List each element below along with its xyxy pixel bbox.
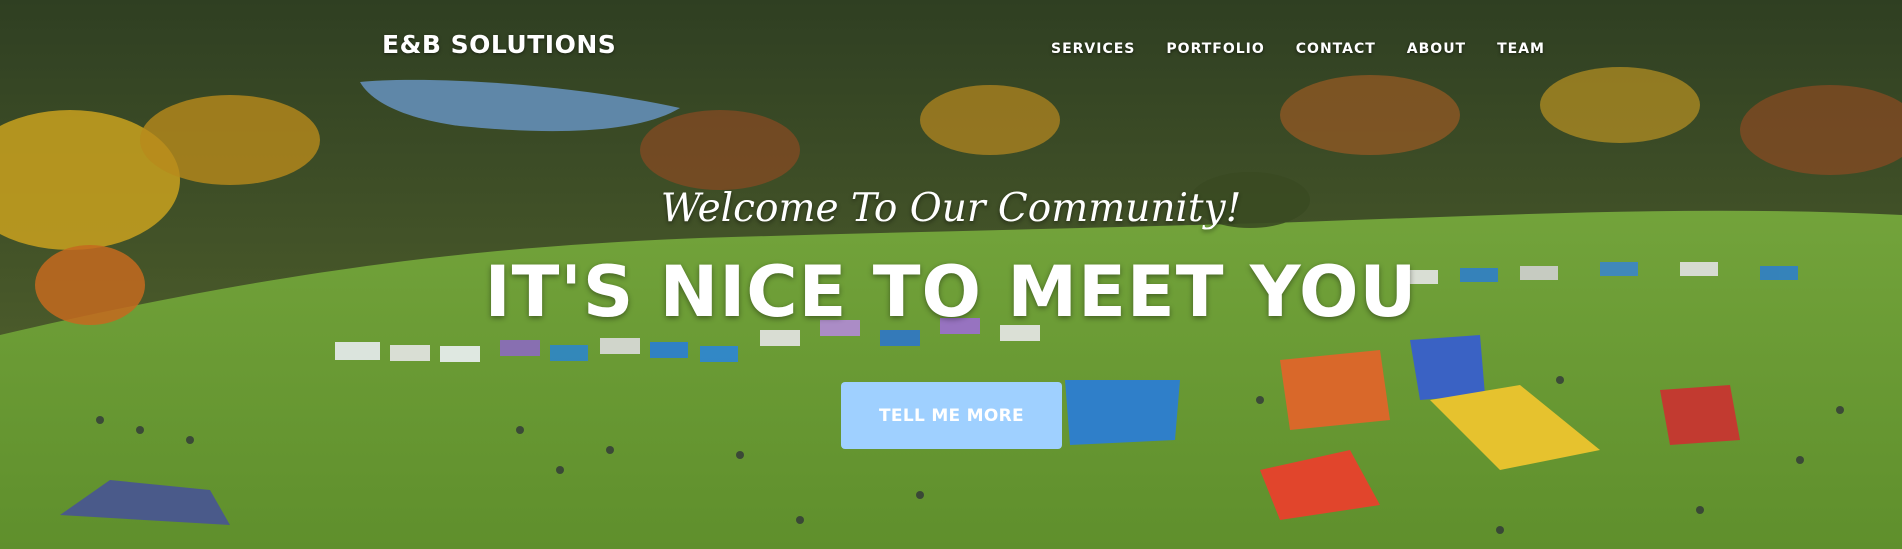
nav-link-about[interactable]: ABOUT	[1407, 41, 1466, 57]
nav-item: ABOUT	[1407, 40, 1466, 58]
nav-item: CONTACT	[1296, 40, 1376, 58]
tell-me-more-button[interactable]: TELL ME MORE	[841, 382, 1062, 449]
nav-link-portfolio[interactable]: PORTFOLIO	[1166, 41, 1264, 57]
nav-link-services[interactable]: SERVICES	[1051, 41, 1135, 57]
nav-item: SERVICES	[1051, 40, 1135, 58]
intro-heading: IT'S NICE TO MEET YOU	[484, 251, 1418, 333]
brand-logo[interactable]: E&B SOLUTIONS	[382, 30, 616, 59]
nav-menu: SERVICES PORTFOLIO CONTACT ABOUT TEAM	[1051, 40, 1545, 58]
hero-section: E&B SOLUTIONS SERVICES PORTFOLIO CONTACT…	[0, 0, 1902, 549]
nav-link-contact[interactable]: CONTACT	[1296, 41, 1376, 57]
intro-lead-heading: Welcome To Our Community!	[660, 186, 1242, 231]
nav-item: TEAM	[1497, 40, 1545, 58]
top-navbar: E&B SOLUTIONS SERVICES PORTFOLIO CONTACT…	[0, 0, 1902, 98]
nav-link-team[interactable]: TEAM	[1497, 41, 1545, 57]
nav-item: PORTFOLIO	[1166, 40, 1264, 58]
